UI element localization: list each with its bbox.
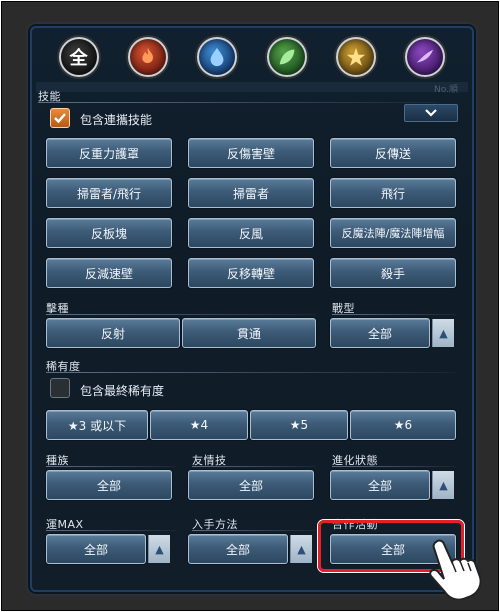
evolution-arrow-up-icon[interactable]: ▲ [432, 471, 454, 499]
luck-max-select[interactable]: 全部 [46, 534, 146, 564]
dark-attribute-icon[interactable] [405, 37, 446, 77]
filter-panel: 全 No.順 技能 包含連攜技能 反重力護罩 反傷害壁 反傳送 掃雷者/飛行 掃… [30, 26, 474, 592]
attack-type-option[interactable]: 反射 [46, 318, 180, 348]
luck-max-arrow-up-icon[interactable]: ▲ [148, 535, 170, 563]
skill-button[interactable]: 反板塊 [46, 218, 172, 248]
race-divider [46, 466, 176, 467]
luck-max-divider [46, 530, 176, 531]
skill-button[interactable]: 反減速壁 [46, 258, 172, 288]
battle-type-divider [332, 314, 456, 315]
all-attribute-icon[interactable]: 全 [58, 37, 99, 77]
friendship-divider [192, 466, 316, 467]
sort-strip [36, 82, 468, 92]
rarity-divider [46, 372, 456, 373]
rarity-option[interactable]: ★4 [150, 410, 248, 440]
pointing-hand-icon [429, 539, 482, 600]
skill-button[interactable]: 反傷害壁 [188, 138, 314, 168]
rarity-option[interactable]: ★6 [350, 410, 456, 440]
skill-button[interactable]: 反重力護罩 [46, 138, 172, 168]
battle-type-arrow-up-icon[interactable]: ▲ [432, 319, 454, 347]
collapse-button[interactable] [404, 104, 458, 122]
checkmark-icon [54, 113, 66, 124]
skill-button[interactable]: 反傳送 [330, 138, 456, 168]
skill-button[interactable]: 反魔法陣/魔法陣增幅 [330, 218, 456, 248]
evolution-select[interactable]: 全部 [330, 470, 430, 500]
water-attribute-icon[interactable] [197, 37, 238, 77]
skill-button[interactable]: 飛行 [330, 178, 456, 208]
obtain-method-select[interactable]: 全部 [188, 534, 288, 564]
skill-button[interactable]: 殺手 [330, 258, 456, 288]
sort-hint: No.順 [434, 85, 458, 95]
rarity-option[interactable]: ★5 [250, 410, 348, 440]
attack-type-option[interactable]: 貫通 [182, 318, 316, 348]
evolution-divider [332, 466, 456, 467]
skill-button[interactable]: 掃雷者 [188, 178, 314, 208]
skill-button[interactable]: 反風 [188, 218, 314, 248]
battle-type-select[interactable]: 全部 [330, 318, 430, 348]
rarity-option[interactable]: ★3 或以下 [46, 410, 148, 440]
chevron-down-icon [425, 109, 437, 117]
wood-attribute-icon[interactable] [266, 37, 307, 77]
screenshot-frame: 全 No.順 技能 包含連攜技能 反重力護罩 反傷害壁 反傳送 掃雷者/飛行 掃… [1, 1, 499, 611]
light-attribute-icon[interactable] [335, 37, 376, 77]
include-final-rarity-label: 包含最終稀有度 [80, 384, 165, 398]
obtain-method-arrow-up-icon[interactable]: ▲ [290, 535, 312, 563]
obtain-method-divider [192, 530, 316, 531]
attribute-filter-bar: 全 [36, 32, 468, 82]
include-final-rarity-checkbox[interactable] [50, 378, 70, 398]
attack-type-divider [46, 314, 316, 315]
race-select[interactable]: 全部 [46, 470, 172, 500]
include-combo-checkbox[interactable] [50, 108, 70, 128]
skill-button[interactable]: 反移轉壁 [188, 258, 314, 288]
skill-button[interactable]: 掃雷者/飛行 [46, 178, 172, 208]
friendship-select[interactable]: 全部 [188, 470, 314, 500]
fire-attribute-icon[interactable] [127, 37, 168, 77]
include-combo-label: 包含連攜技能 [80, 113, 153, 127]
skills-divider [38, 102, 438, 103]
all-attribute-label: 全 [69, 48, 88, 69]
